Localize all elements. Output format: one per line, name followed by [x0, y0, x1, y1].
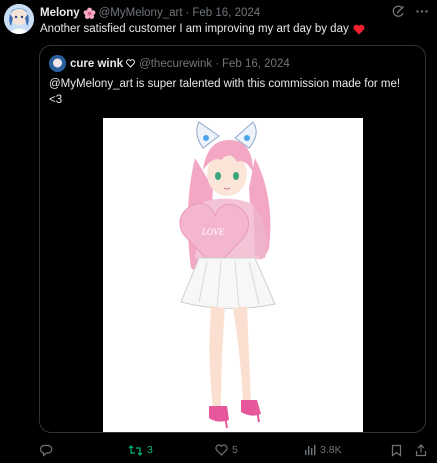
like-count: 5 — [232, 444, 238, 456]
retweet-count: 3 — [147, 444, 153, 456]
reply-button[interactable] — [40, 440, 57, 460]
views-icon — [305, 445, 316, 455]
bookmark-button[interactable] — [391, 440, 402, 460]
author-display-name[interactable]: Melony — [40, 7, 80, 19]
grok-icon[interactable] — [392, 5, 405, 18]
views-button[interactable]: 3.8K — [304, 440, 342, 460]
small-heart-icon — [126, 59, 136, 68]
quoted-author-handle: @thecurewink — [139, 57, 213, 70]
like-button[interactable]: 5 — [215, 440, 238, 460]
share-button[interactable] — [415, 440, 427, 460]
quoted-post-date: Feb 16, 2024 — [221, 57, 290, 70]
author-avatar[interactable] — [4, 4, 34, 34]
post-body: Another satisfied customer I am improvin… — [40, 23, 365, 35]
retweet-button[interactable]: 3 — [128, 440, 153, 460]
post-date[interactable]: Feb 16, 2024 — [192, 7, 260, 19]
quoted-post-header: cure wink @thecurewink · Feb 16, 2024 — [49, 55, 290, 72]
retweet-icon — [128, 444, 143, 456]
quoted-author-name: cure wink — [70, 57, 124, 70]
flower-icon — [83, 7, 96, 20]
quoted-author-avatar — [49, 55, 66, 72]
separator-dot: · — [215, 57, 219, 70]
author-handle[interactable]: @MyMelony_art — [99, 7, 183, 19]
anime-character-illustration: LOVE — [103, 118, 363, 432]
red-heart-icon — [353, 24, 365, 35]
post-action-bar: 3 5 3.8K — [0, 440, 437, 460]
separator-dot: · — [185, 7, 190, 19]
views-count: 3.8K — [320, 444, 342, 456]
like-icon — [215, 444, 228, 456]
post-header: Melony @MyMelony_art · Feb 16, 2024 — [40, 5, 260, 21]
quoted-post-image[interactable]: LOVE — [103, 118, 363, 432]
author-avatar-image — [4, 4, 34, 34]
quoted-post-text: @MyMelony_art is super talented with thi… — [49, 78, 401, 106]
bookmark-icon — [391, 444, 402, 457]
post-top-actions — [392, 5, 429, 18]
share-icon — [415, 443, 427, 456]
reply-icon — [40, 444, 53, 457]
post-card[interactable]: Melony @MyMelony_art · Feb 16, 2024 Anot… — [0, 0, 437, 463]
more-options-icon[interactable] — [415, 5, 429, 18]
post-text: Another satisfied customer I am improvin… — [40, 23, 349, 35]
pillow-label: LOVE — [201, 227, 225, 237]
quoted-post[interactable]: cure wink @thecurewink · Feb 16, 2024 @M… — [39, 45, 426, 433]
